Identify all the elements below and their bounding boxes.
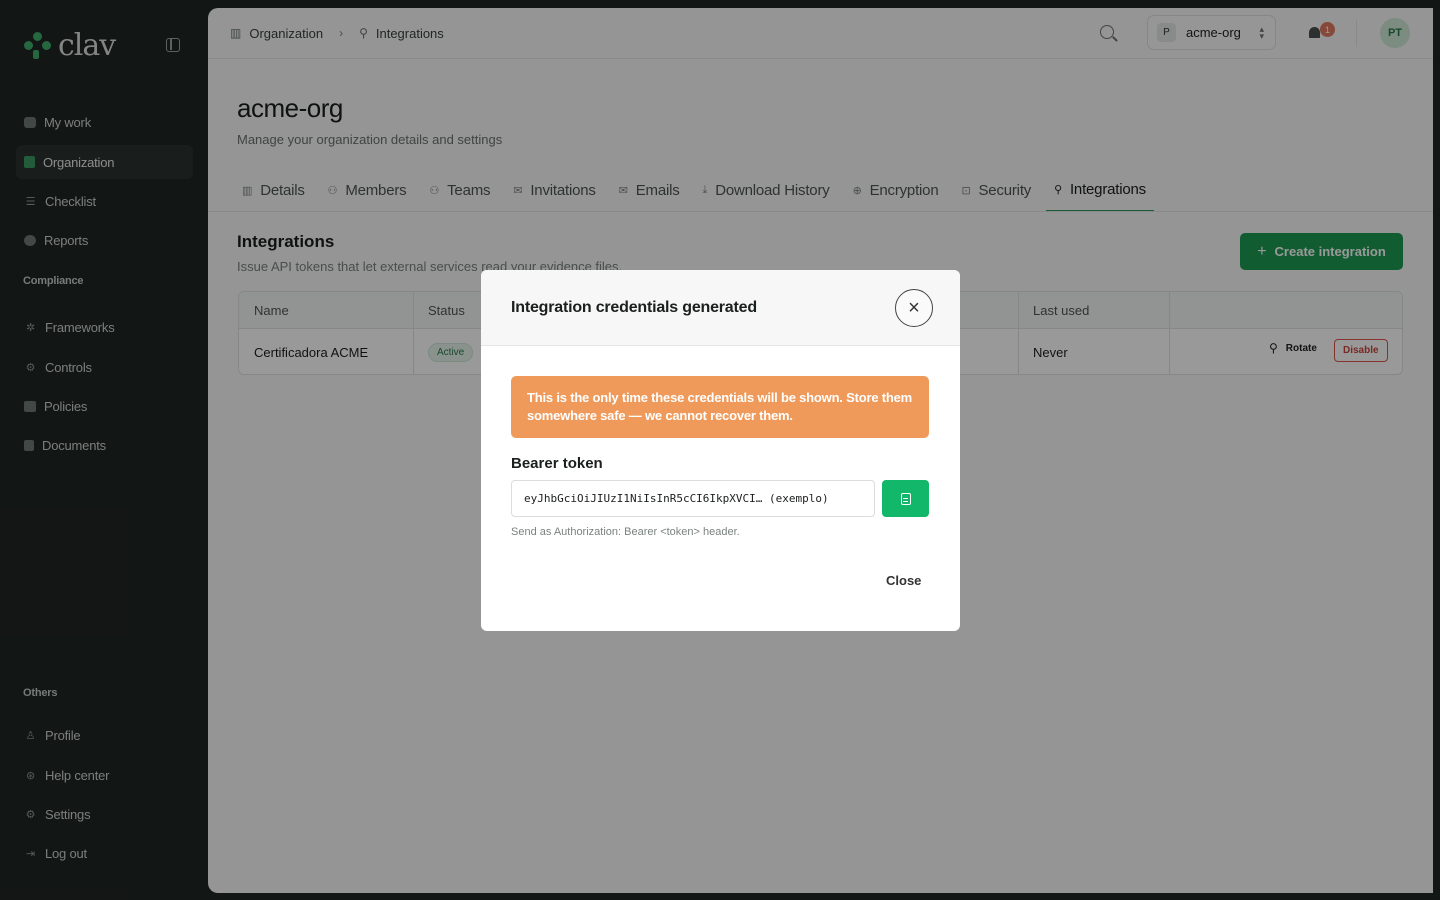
warning-banner: This is the only time these credentials …	[511, 376, 929, 438]
clipboard-icon	[900, 492, 911, 505]
credentials-modal: Integration credentials generated × This…	[481, 270, 960, 631]
token-label: Bearer token	[511, 455, 603, 472]
close-icon[interactable]: ×	[895, 289, 933, 327]
modal-title: Integration credentials generated	[511, 299, 757, 316]
modal-header: Integration credentials generated ×	[481, 270, 960, 346]
bearer-token-field[interactable]: eyJhbGciOiJIUzI1NiIsInR5cCI6IkpXVCI… (ex…	[511, 480, 875, 517]
copy-token-button[interactable]	[882, 480, 929, 517]
close-button[interactable]: Close	[886, 573, 921, 588]
token-help-text: Send as Authorization: Bearer <token> he…	[511, 526, 740, 538]
